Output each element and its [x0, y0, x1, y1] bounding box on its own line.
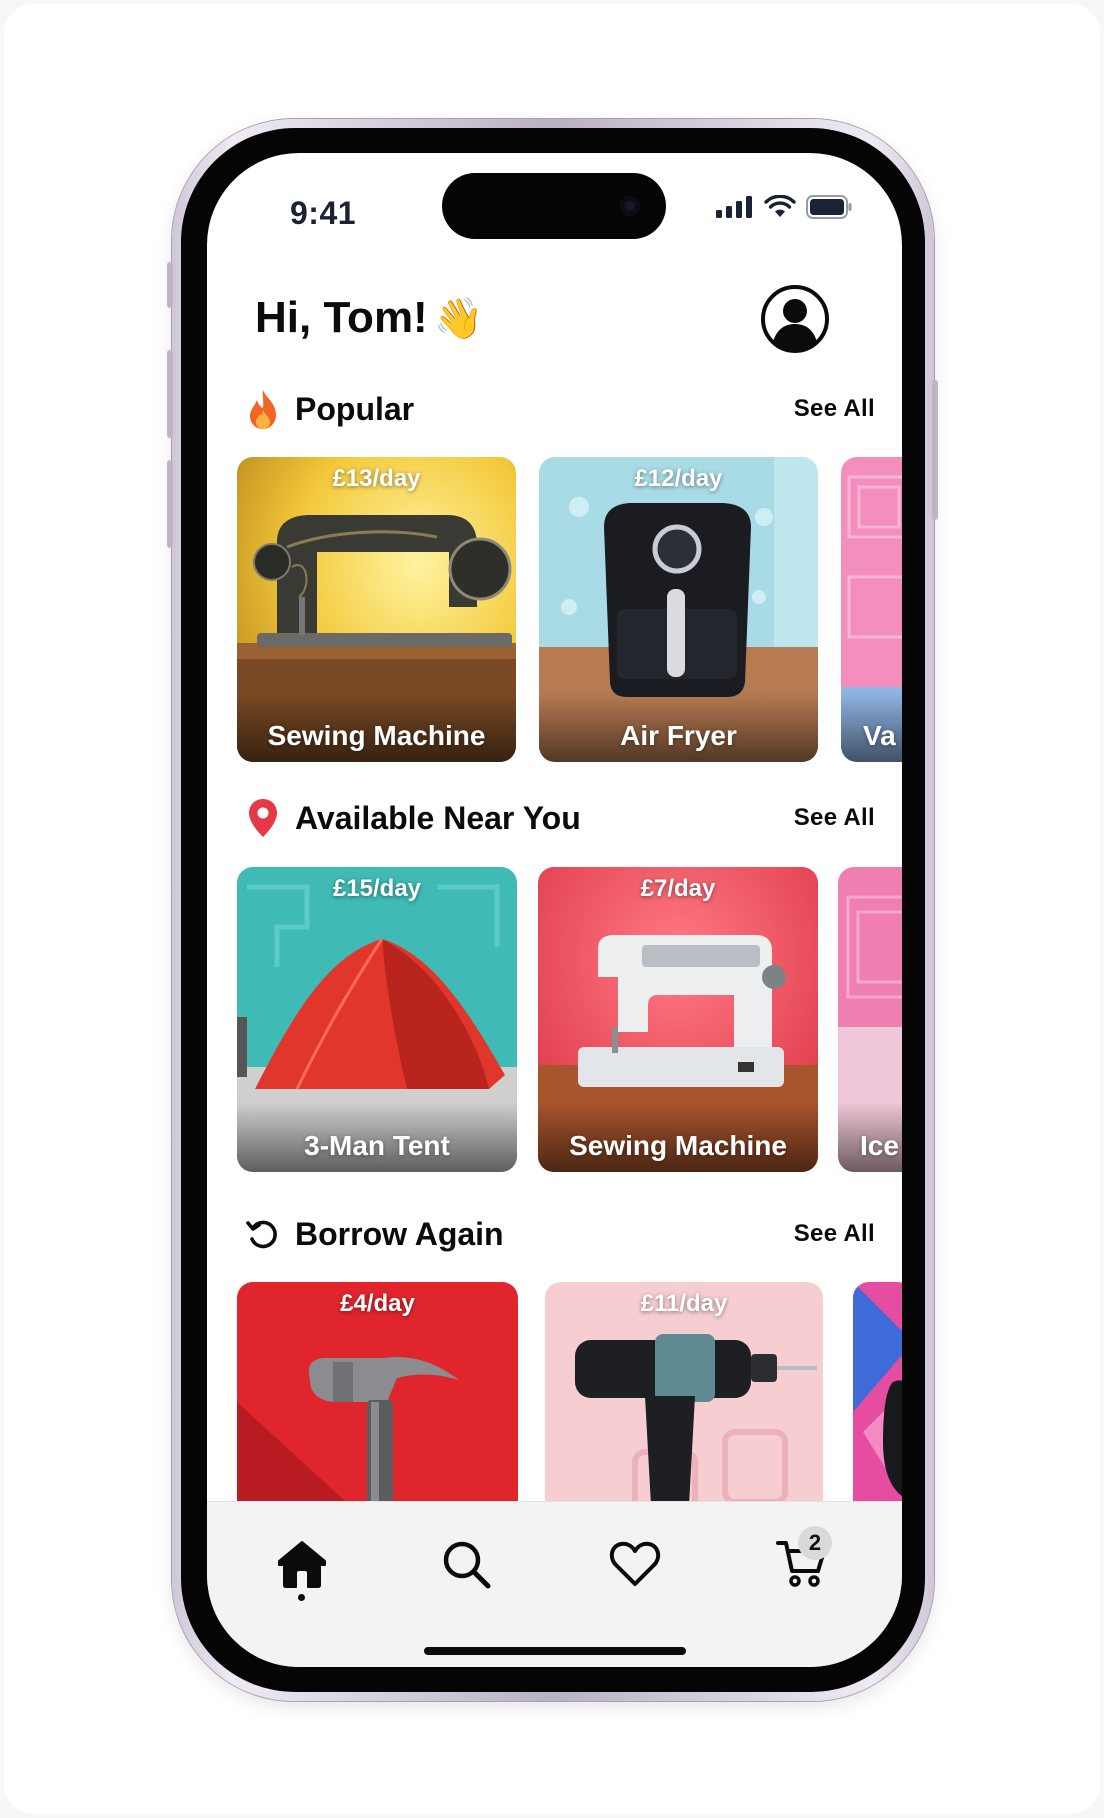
cart-count-badge: 2 [798, 1526, 832, 1560]
item-name: Ice [860, 1130, 899, 1161]
location-pin-icon [245, 797, 281, 839]
item-name: Air Fryer [620, 720, 737, 751]
section-borrow-again-title: Borrow Again [295, 1215, 504, 1252]
item-price: £15/day [332, 875, 422, 902]
section-popular-header: Popular See All [245, 386, 875, 432]
nearby-carousel[interactable]: £15/day 3-Man Tent £7/day Sewing Machine… [207, 867, 902, 1172]
see-all-borrow-again-button[interactable]: See All [794, 1220, 875, 1248]
volume-down-button [167, 460, 173, 548]
tab-search[interactable] [436, 1536, 496, 1592]
signal-icon [716, 196, 752, 218]
item-card-sewing-machine-modern[interactable]: £7/day Sewing Machine [538, 867, 818, 1172]
section-popular-title: Popular [295, 390, 415, 427]
item-name: Sewing Machine [267, 720, 486, 751]
item-price: £4/day [340, 1290, 415, 1317]
item-price: £11/day [640, 1290, 728, 1317]
action-button [167, 262, 173, 308]
item-price: £12/day [634, 465, 723, 492]
home-icon [278, 1541, 326, 1588]
battery-icon [806, 195, 852, 219]
home-indicator[interactable] [424, 1647, 686, 1655]
item-card-tent[interactable]: £15/day 3-Man Tent [237, 867, 517, 1172]
popular-carousel[interactable]: £13/day Sewing Machine £12/day Air Fryer [207, 457, 902, 762]
item-card-air-fryer[interactable]: £12/day Air Fryer [539, 457, 818, 762]
greeting-text: Hi, Tom! [255, 293, 428, 342]
dynamic-island [442, 173, 666, 239]
volume-up-button [167, 350, 173, 438]
see-all-nearby-button[interactable]: See All [794, 804, 875, 832]
bottom-tab-bar: 2 [207, 1501, 902, 1667]
tab-favorites[interactable] [605, 1536, 665, 1592]
item-price: £7/day [640, 875, 716, 902]
camera-icon [620, 196, 640, 216]
greeting-heading: Hi, Tom! 👋 [255, 293, 484, 343]
status-icons [716, 195, 852, 219]
active-tab-indicator [298, 1594, 305, 1601]
user-avatar-icon [761, 285, 829, 353]
fire-icon [245, 388, 281, 430]
app-screen: 9:41 Hi, Tom! 👋 Popular See All £13/day … [207, 153, 902, 1667]
item-name: Va [863, 720, 896, 751]
item-name: Sewing Machine [569, 1130, 787, 1161]
section-nearby-header: Available Near You See All [245, 795, 875, 841]
search-icon [443, 1541, 491, 1589]
status-time: 9:41 [290, 195, 357, 231]
item-card-sewing-machine-vintage[interactable]: £13/day Sewing Machine [237, 457, 516, 762]
waving-hand-emoji: 👋 [433, 297, 484, 341]
heart-icon [609, 1541, 661, 1586]
item-name: 3-Man Tent [304, 1130, 450, 1161]
power-button [932, 380, 938, 520]
item-price: £13/day [332, 465, 421, 492]
history-icon [245, 1213, 281, 1255]
section-borrow-again-header: Borrow Again See All [245, 1211, 875, 1257]
tab-home[interactable] [272, 1536, 332, 1592]
item-card-partial[interactable]: Ice [838, 867, 902, 1172]
profile-button[interactable] [760, 284, 830, 354]
item-card-partial[interactable]: Va [841, 457, 902, 762]
section-nearby-title: Available Near You [295, 799, 581, 836]
see-all-popular-button[interactable]: See All [794, 395, 875, 423]
wifi-icon [764, 195, 796, 217]
